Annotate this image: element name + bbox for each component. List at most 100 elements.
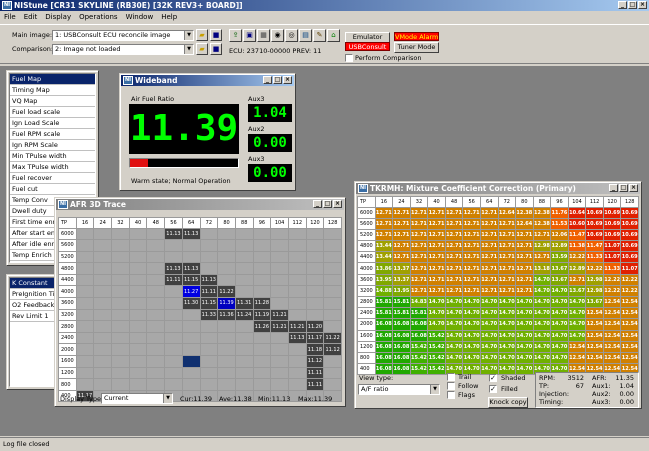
grid-cell[interactable]	[217, 239, 236, 252]
grid-cell[interactable]: 11.22	[217, 285, 236, 299]
grid-cell[interactable]	[252, 273, 272, 287]
list-item[interactable]: Fuel recover	[10, 173, 95, 184]
grid-cell[interactable]	[323, 366, 342, 380]
grid-cell[interactable]: 12.71	[479, 273, 499, 286]
grid-cell[interactable]	[270, 378, 289, 391]
grid-cell[interactable]: 14.70	[444, 351, 464, 365]
grid-cell[interactable]: 15.81	[392, 295, 411, 309]
grid-cell[interactable]	[146, 320, 166, 333]
grid-cell[interactable]: 14.70	[479, 295, 499, 309]
grid-cell[interactable]	[75, 262, 95, 275]
grid-cell[interactable]: 12.71	[515, 228, 534, 242]
grid-cell[interactable]: 12.71	[462, 217, 481, 230]
grid-cell[interactable]: 16.08	[374, 351, 394, 365]
grid-cell[interactable]: 14.70	[497, 295, 517, 309]
grid-cell[interactable]: 14.70	[479, 307, 499, 320]
grid-cell[interactable]: 14.70	[462, 318, 481, 331]
grid-cell[interactable]	[252, 227, 272, 241]
list-item[interactable]: Rev Limit 1	[10, 311, 54, 322]
grid-cell[interactable]	[93, 308, 113, 322]
grid-cell[interactable]: 14.70	[444, 295, 464, 309]
grid-cell[interactable]: 14.70	[462, 351, 481, 365]
grid-cell[interactable]: 12.22	[602, 284, 622, 298]
grid-cell[interactable]	[93, 227, 113, 241]
grid-cell[interactable]: 12.71	[497, 228, 517, 242]
grid-cell[interactable]: 11.30	[181, 297, 201, 310]
grid-cell[interactable]	[111, 320, 130, 333]
grid-cell[interactable]	[287, 227, 307, 241]
grid-cell[interactable]: 14.70	[532, 295, 552, 309]
grid-cell[interactable]: 15.42	[427, 363, 446, 376]
tools-button[interactable]: ✎	[313, 29, 326, 42]
grid-cell[interactable]	[270, 239, 289, 252]
grid-cell[interactable]	[111, 285, 130, 299]
mixture-grid[interactable]: TP 16 24 32 40 48 56 64 72 80 88 96 104 112 120 128 6000…	[357, 196, 639, 376]
grid-cell[interactable]	[199, 343, 219, 357]
grid-cell[interactable]: 11.13	[164, 262, 183, 275]
grid-cell[interactable]: 12.71	[409, 251, 429, 264]
grid-cell[interactable]: 12.71	[497, 251, 517, 264]
grid-cell[interactable]: 11.21	[287, 320, 307, 333]
grid-cell[interactable]: 12.38	[532, 206, 552, 219]
grid-cell[interactable]: 12.71	[427, 284, 446, 298]
grid-cell[interactable]	[93, 331, 113, 345]
grid-cell[interactable]: 14.70	[550, 351, 569, 365]
grid-cell[interactable]: 10.69	[602, 206, 622, 219]
grid-cell[interactable]: 14.70	[479, 340, 499, 353]
grid-cell[interactable]: 11.27	[181, 285, 201, 299]
grid-cell[interactable]	[217, 343, 236, 357]
grid-cell[interactable]	[270, 355, 289, 368]
grid-cell[interactable]	[234, 239, 254, 252]
grid-cell[interactable]	[252, 343, 272, 357]
grid-cell[interactable]: 12.54	[585, 340, 604, 353]
grid-cell[interactable]	[323, 308, 342, 322]
grid-cell[interactable]: 14.70	[550, 295, 569, 309]
grid-cell[interactable]	[128, 378, 148, 391]
grid-cell[interactable]: 10.69	[620, 240, 639, 253]
grid-cell[interactable]: 11.21	[270, 320, 289, 333]
main-image-select[interactable]: 1: USBConsult ECU reconcile image ▼	[52, 30, 194, 41]
grid-cell[interactable]	[164, 355, 183, 368]
grid-cell[interactable]	[111, 355, 130, 368]
grid-cell[interactable]: 12.71	[409, 206, 429, 219]
grid-cell[interactable]: 12.71	[515, 262, 534, 275]
grid-cell[interactable]: 16.08	[392, 351, 411, 365]
grid-cell[interactable]: 11.13	[164, 227, 183, 241]
grid-cell[interactable]	[323, 239, 342, 252]
grid-cell[interactable]	[111, 227, 130, 241]
grid-cell[interactable]: 12.71	[462, 240, 481, 253]
grid-cell[interactable]: 12.54	[620, 329, 639, 342]
grid-cell[interactable]	[217, 366, 236, 380]
grid-cell[interactable]: 14.70	[550, 284, 569, 298]
filled-checkbox[interactable]: ✓	[489, 385, 497, 393]
grid-cell[interactable]	[75, 250, 95, 264]
grid-cell[interactable]: 15.42	[427, 340, 446, 353]
grid-cell[interactable]	[217, 378, 236, 391]
grid-cell[interactable]: 12.54	[585, 351, 604, 365]
grid-cell[interactable]: 10.69	[585, 228, 604, 242]
grid-cell[interactable]: 10.60	[567, 217, 587, 230]
grid-cell[interactable]	[270, 343, 289, 357]
grid-cell[interactable]	[75, 297, 95, 310]
grid-cell[interactable]: 12.71	[462, 206, 481, 219]
grid-cell[interactable]	[93, 239, 113, 252]
grid-cell[interactable]	[234, 273, 254, 287]
grid-cell[interactable]	[146, 355, 166, 368]
grid-cell[interactable]: 12.54	[602, 295, 622, 309]
grid-cell[interactable]: 14.70	[497, 351, 517, 365]
grid-cell[interactable]: 11.13	[181, 262, 201, 275]
grid-cell[interactable]	[181, 320, 201, 333]
grid-cell[interactable]	[111, 331, 130, 345]
list-item[interactable]: Min TPulse width	[10, 151, 95, 162]
grid-cell[interactable]: 14.70	[444, 318, 464, 331]
list-item[interactable]: O2 Feedback	[10, 300, 54, 311]
grid-cell[interactable]: 12.54	[567, 351, 587, 365]
grid-cell[interactable]	[252, 331, 272, 345]
grid-cell[interactable]: 11.15	[199, 297, 219, 310]
grid-cell[interactable]	[164, 343, 183, 357]
grid-cell[interactable]: 16.08	[392, 318, 411, 331]
grid-cell[interactable]	[323, 320, 342, 333]
grid-cell[interactable]: 14.70	[427, 295, 446, 309]
grid-cell[interactable]: 12.71	[444, 240, 464, 253]
list-item[interactable]: Fuel cut	[10, 184, 95, 195]
